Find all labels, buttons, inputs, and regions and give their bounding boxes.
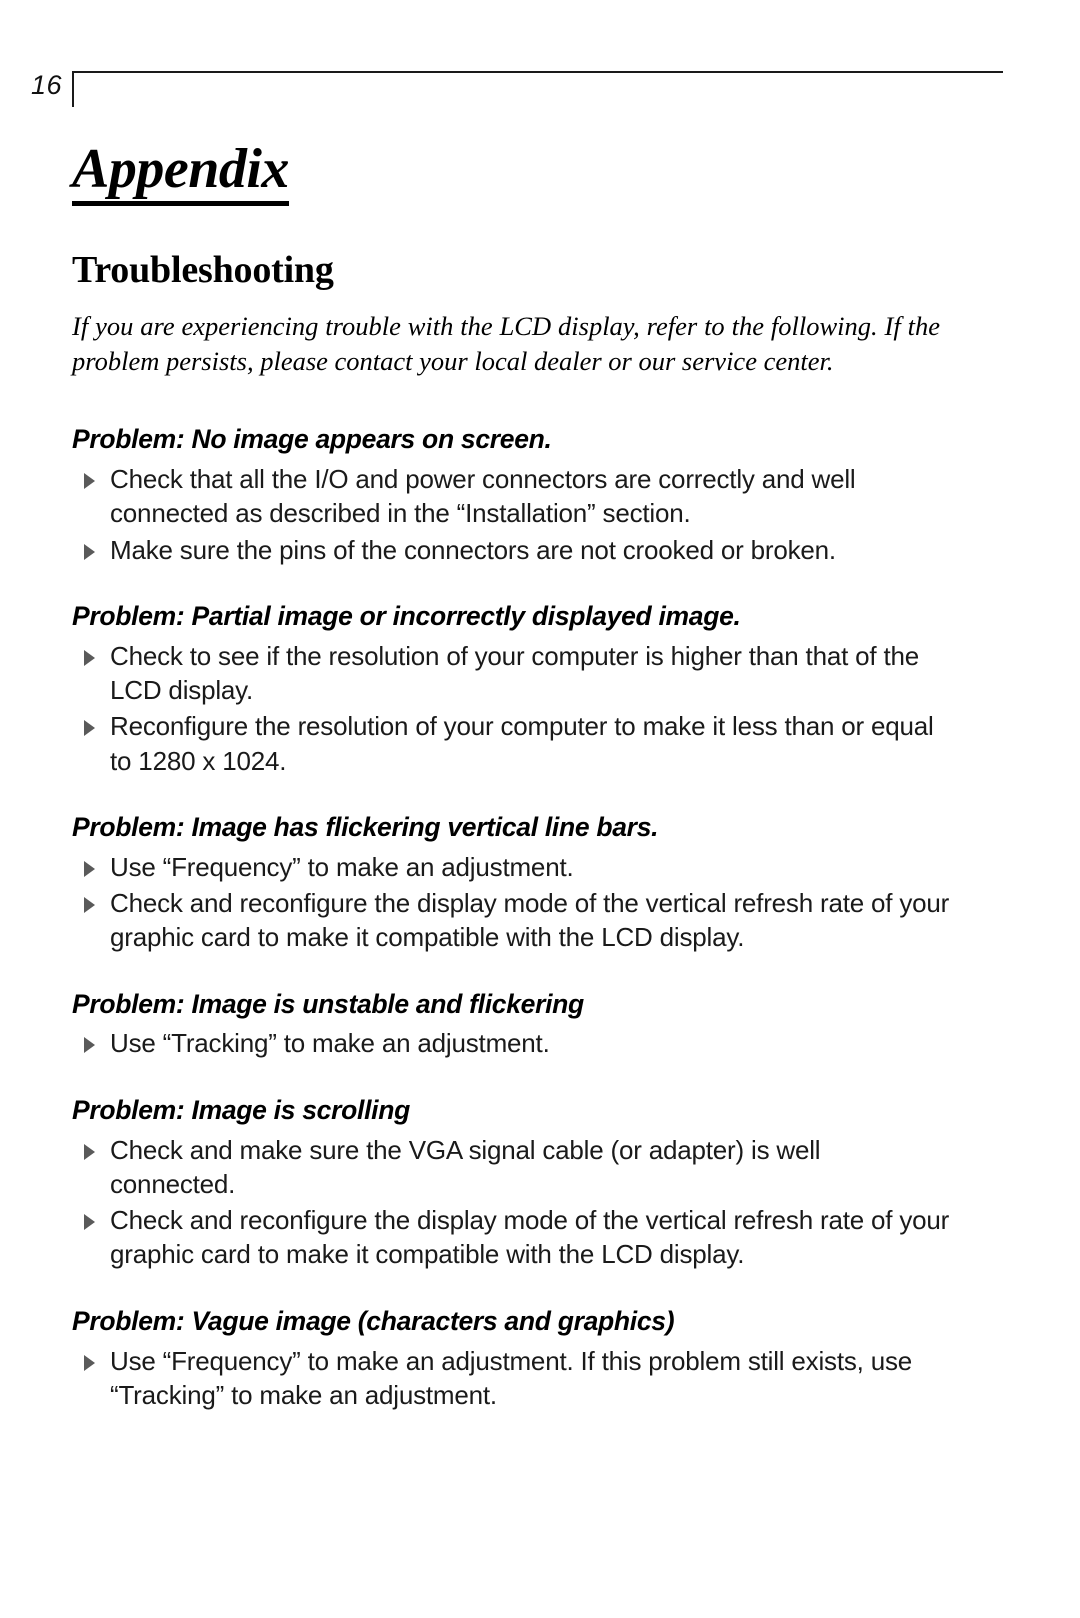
bullet-item: Use “Tracking” to make an adjustment.	[72, 1026, 952, 1060]
bullet-text: Check that all the I/O and power connect…	[110, 463, 856, 529]
triangle-bullet-icon	[84, 1214, 95, 1231]
page-content: Appendix Troubleshooting If you are expe…	[72, 140, 952, 1414]
bullet-list: Use “Tracking” to make an adjustment.	[72, 1026, 952, 1060]
bullet-item: Check and reconfigure the display mode o…	[72, 1203, 952, 1272]
bullet-text: Check to see if the resolution of your c…	[110, 640, 919, 705]
triangle-bullet-icon	[84, 720, 95, 737]
triangle-bullet-icon	[84, 1143, 95, 1160]
page-number: 16	[31, 70, 63, 100]
header-rule-tick	[72, 71, 74, 107]
bullet-text: Make sure the pins of the connectors are…	[110, 534, 836, 565]
bullet-text: Check and reconfigure the display mode o…	[110, 1205, 950, 1270]
problem-block: Problem: No image appears on screen. Chec…	[72, 424, 952, 567]
header-rule	[72, 71, 1003, 73]
bullet-text: Use “Tracking” to make an adjustment.	[110, 1028, 550, 1059]
problem-heading: Problem: Partial image or incorrectly di…	[72, 600, 741, 631]
triangle-bullet-icon	[84, 649, 95, 666]
problem-heading: Problem: Image is unstable and flickerin…	[72, 988, 584, 1019]
problem-heading: Problem: Vague image (characters and gra…	[72, 1305, 675, 1336]
bullet-list: Check and make sure the VGA signal cable…	[72, 1133, 952, 1272]
problem-list: Problem: No image appears on screen. Chec…	[72, 424, 952, 1412]
bullet-item: Check and make sure the VGA signal cable…	[72, 1133, 952, 1202]
appendix-title: Appendix	[72, 140, 289, 206]
problem-block: Problem: Vague image (characters and gra…	[72, 1306, 952, 1412]
bullet-item: Check and reconfigure the display mode o…	[72, 886, 952, 955]
bullet-text: Use “Frequency” to make an adjustment.	[110, 851, 574, 882]
document-page: 16 Appendix Troubleshooting If you are e…	[0, 0, 1080, 1618]
bullet-list: Check to see if the resolution of your c…	[72, 639, 952, 778]
bullet-text: Reconfigure the resolution of your compu…	[110, 711, 934, 776]
bullet-item: Check to see if the resolution of your c…	[72, 639, 952, 708]
bullet-list: Check that all the I/O and power connect…	[72, 462, 952, 567]
bullet-item: Use “Frequency” to make an adjustment.	[72, 850, 952, 884]
problem-block: Problem: Image is scrolling Check and mak…	[72, 1095, 952, 1272]
bullet-item: Reconfigure the resolution of your compu…	[72, 709, 952, 778]
problem-block: Problem: Partial image or incorrectly di…	[72, 601, 952, 778]
bullet-item: Check that all the I/O and power connect…	[72, 462, 952, 531]
triangle-bullet-icon	[84, 1354, 95, 1371]
triangle-bullet-icon	[84, 860, 95, 877]
bullet-list: Use “Frequency” to make an adjustment. Ch…	[72, 850, 952, 955]
section-title-troubleshooting: Troubleshooting	[72, 248, 334, 291]
problem-block: Problem: Image has flickering vertical l…	[72, 812, 952, 955]
problem-heading: Problem: Image has flickering vertical l…	[72, 811, 659, 842]
bullet-text: Check and make sure the VGA signal cable…	[110, 1134, 821, 1199]
problem-heading: Problem: No image appears on screen.	[72, 424, 552, 455]
problem-block: Problem: Image is unstable and flickerin…	[72, 989, 952, 1061]
triangle-bullet-icon	[84, 897, 95, 914]
intro-paragraph: If you are experiencing trouble with the…	[72, 310, 940, 377]
bullet-item: Use “Frequency” to make an adjustment. I…	[72, 1344, 952, 1413]
problem-heading: Problem: Image is scrolling	[72, 1094, 410, 1125]
running-header: 16	[0, 62, 1080, 108]
triangle-bullet-icon	[84, 543, 95, 560]
bullet-list: Use “Frequency” to make an adjustment. I…	[72, 1344, 952, 1413]
bullet-text: Check and reconfigure the display mode o…	[110, 888, 950, 953]
bullet-item: Make sure the pins of the connectors are…	[72, 533, 952, 567]
triangle-bullet-icon	[84, 1037, 95, 1054]
triangle-bullet-icon	[84, 472, 95, 489]
bullet-text: Use “Frequency” to make an adjustment. I…	[110, 1345, 913, 1410]
